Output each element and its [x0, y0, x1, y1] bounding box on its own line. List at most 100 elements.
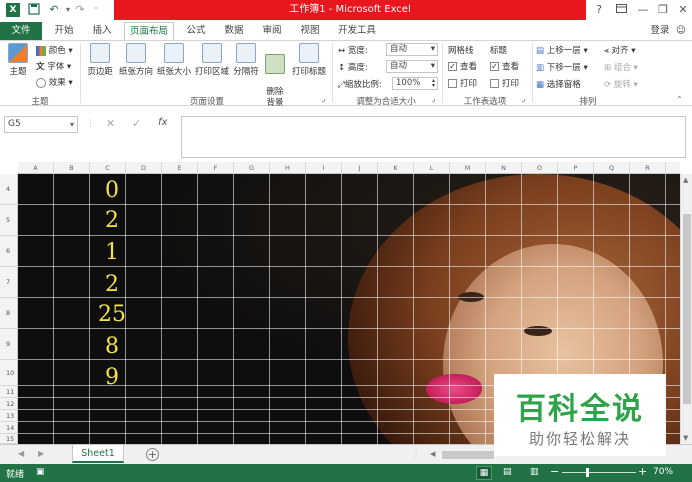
themes-button[interactable]: 主题	[4, 43, 32, 77]
zoom-level[interactable]: 70%	[653, 467, 673, 477]
selection-pane-button[interactable]: ▦ 选择窗格	[536, 78, 581, 90]
help-button[interactable]: ?	[590, 2, 608, 18]
width-select[interactable]: 自动 ▾	[386, 43, 438, 56]
tab-view[interactable]: 视图	[296, 22, 324, 40]
minimize-button[interactable]: —	[634, 2, 652, 18]
row-header-8[interactable]: 8	[0, 298, 18, 329]
row-header-7[interactable]: 7	[0, 267, 18, 298]
page-layout-view-icon[interactable]: ▤	[503, 467, 512, 477]
normal-view-icon[interactable]: ▦	[476, 466, 492, 480]
redo-icon[interactable]: ↷	[72, 3, 88, 17]
row-header-4[interactable]: 4	[0, 174, 18, 205]
orientation-button[interactable]: 纸张方向	[117, 43, 155, 77]
sheet-options-launcher-icon[interactable]: ⌟	[522, 95, 525, 103]
column-header-g[interactable]: G	[234, 162, 270, 174]
save-icon[interactable]	[26, 3, 42, 17]
column-header-o[interactable]: O	[522, 162, 558, 174]
size-button[interactable]: 纸张大小	[155, 43, 193, 77]
margins-button[interactable]: 页边距	[84, 43, 116, 77]
column-header-i[interactable]: I	[306, 162, 342, 174]
tab-developer[interactable]: 开发工具	[334, 22, 380, 40]
row-header-11[interactable]: 11	[0, 386, 18, 398]
vertical-scrollbar[interactable]: ▲ ▼	[680, 174, 692, 444]
ribbon-display-options-icon[interactable]	[612, 2, 630, 18]
tab-insert[interactable]: 插入	[88, 22, 116, 40]
rotate-button[interactable]: ⟳ 旋转 ▾	[604, 78, 638, 90]
colors-button[interactable]: 颜色 ▾	[36, 44, 73, 56]
tab-review[interactable]: 审阅	[258, 22, 286, 40]
formula-input[interactable]	[181, 116, 686, 158]
next-sheet-icon[interactable]: ▶	[38, 449, 44, 458]
column-header-r[interactable]: R	[630, 162, 666, 174]
column-header-b[interactable]: B	[54, 162, 90, 174]
close-button[interactable]: ✕	[674, 2, 692, 18]
sheet-tab-sheet1[interactable]: Sheet1	[72, 445, 124, 463]
zoom-in-icon[interactable]: +	[638, 465, 647, 478]
row-header-14[interactable]: 14	[0, 422, 18, 434]
print-area-button[interactable]: 打印区域	[193, 43, 231, 77]
column-header-m[interactable]: M	[450, 162, 486, 174]
hscroll-left-icon[interactable]: ◀	[430, 450, 435, 458]
name-box[interactable]: G5 ▾	[4, 116, 78, 133]
name-box-dropdown-icon[interactable]: ▾	[70, 117, 74, 132]
zoom-out-icon[interactable]: −	[550, 465, 559, 478]
column-header-f[interactable]: F	[198, 162, 234, 174]
scroll-thumb[interactable]	[683, 214, 691, 404]
scale-spinner[interactable]: 100% ▴ ▾	[392, 77, 438, 90]
add-sheet-button[interactable]: +	[146, 448, 159, 461]
effects-button[interactable]: 效果 ▾	[36, 76, 73, 88]
cell-c-value[interactable]: 2	[94, 272, 130, 297]
headings-view-checkbox[interactable]: ✓ 查看	[490, 60, 519, 72]
row-header-13[interactable]: 13	[0, 410, 18, 422]
scale-launcher-icon[interactable]: ⌟	[432, 95, 435, 103]
cancel-icon[interactable]: ✕	[106, 117, 115, 130]
column-header-n[interactable]: N	[486, 162, 522, 174]
cell-c-value[interactable]: 0	[94, 178, 130, 203]
row-header-12[interactable]: 12	[0, 398, 18, 410]
height-select[interactable]: 自动 ▾	[386, 60, 438, 73]
column-header-k[interactable]: K	[378, 162, 414, 174]
page-break-preview-icon[interactable]: ▥	[530, 467, 539, 477]
scroll-up-icon[interactable]: ▲	[683, 176, 688, 184]
tab-data[interactable]: 数据	[220, 22, 248, 40]
column-header-l[interactable]: L	[414, 162, 450, 174]
gridlines-view-checkbox[interactable]: ✓ 查看	[448, 60, 477, 72]
collapse-ribbon-icon[interactable]: ⌃	[676, 95, 683, 104]
column-header-e[interactable]: E	[162, 162, 198, 174]
row-header-10[interactable]: 10	[0, 360, 18, 386]
cell-c-value[interactable]: 1	[94, 240, 130, 265]
cell-c-value[interactable]: 9	[94, 365, 130, 390]
gridlines-print-checkbox[interactable]: 打印	[448, 77, 477, 89]
page-setup-launcher-icon[interactable]: ⌟	[322, 95, 325, 103]
column-header-d[interactable]: D	[126, 162, 162, 174]
column-header-j[interactable]: J	[342, 162, 378, 174]
restore-button[interactable]: ❐	[654, 2, 672, 18]
row-header-5[interactable]: 5	[0, 205, 18, 236]
cell-c-value[interactable]: 25	[94, 302, 130, 327]
tab-home[interactable]: 开始	[50, 22, 78, 40]
tab-formulas[interactable]: 公式	[182, 22, 210, 40]
row-header-9[interactable]: 9	[0, 329, 18, 360]
user-icon[interactable]: ☺	[674, 22, 688, 40]
hscroll-grip-icon[interactable]: ⋮	[412, 450, 420, 459]
insert-function-icon[interactable]: fx	[158, 117, 167, 128]
scroll-down-icon[interactable]: ▼	[683, 434, 688, 442]
bring-forward-button[interactable]: ▤ 上移一层 ▾	[536, 44, 588, 56]
customize-qat-icon[interactable]: ⁼	[88, 3, 104, 17]
tab-file[interactable]: 文件	[0, 22, 42, 40]
zoom-slider-thumb[interactable]	[586, 468, 589, 477]
headings-print-checkbox[interactable]: 打印	[490, 77, 519, 89]
breaks-button[interactable]: 分隔符	[231, 43, 261, 77]
group-button[interactable]: ⊞ 组合 ▾	[604, 61, 638, 73]
column-header-h[interactable]: H	[270, 162, 306, 174]
row-header-6[interactable]: 6	[0, 236, 18, 267]
enter-icon[interactable]: ✓	[132, 117, 141, 130]
zoom-slider[interactable]	[562, 468, 636, 477]
prev-sheet-icon[interactable]: ◀	[18, 449, 24, 458]
login-link[interactable]: 登录	[648, 22, 672, 40]
fonts-button[interactable]: 文 字体 ▾	[36, 60, 71, 72]
column-header-q[interactable]: Q	[594, 162, 630, 174]
row-header-15[interactable]: 15	[0, 434, 18, 444]
print-titles-button[interactable]: 打印标题	[290, 43, 328, 77]
send-backward-button[interactable]: ▥ 下移一层 ▾	[536, 61, 588, 73]
